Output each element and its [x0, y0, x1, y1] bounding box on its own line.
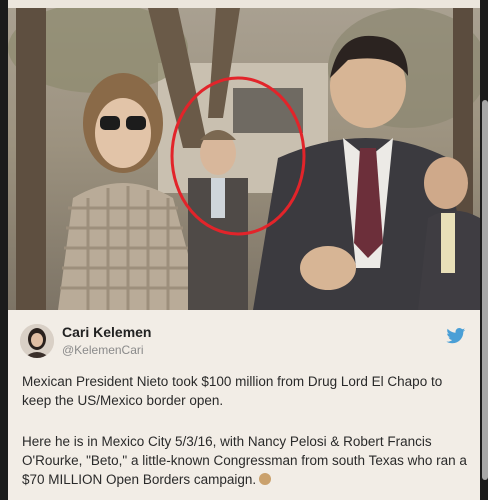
screenshot-frame: Cari Kelemen @KelemenCari Mexican Presid…	[8, 0, 480, 500]
thinking-face-icon	[259, 473, 272, 485]
bird-icon[interactable]	[446, 328, 466, 344]
scrollbar[interactable]	[482, 100, 488, 480]
avatar[interactable]	[20, 324, 54, 358]
author-name[interactable]: Cari Kelemen	[62, 324, 151, 340]
photo-illustration	[8, 8, 480, 310]
tweet-paragraph-2-text: Here he is in Mexico City 5/3/16, with N…	[22, 434, 467, 487]
author-handle[interactable]: @KelemenCari	[62, 343, 144, 357]
tweet-paragraph-1: Mexican President Nieto took $100 millio…	[22, 374, 443, 408]
tree-trunk	[16, 8, 46, 310]
tweet-paragraph-2: Here he is in Mexico City 5/3/16, with N…	[22, 432, 468, 489]
tweet-card: Cari Kelemen @KelemenCari Mexican Presid…	[8, 310, 480, 500]
news-photo	[8, 8, 480, 310]
